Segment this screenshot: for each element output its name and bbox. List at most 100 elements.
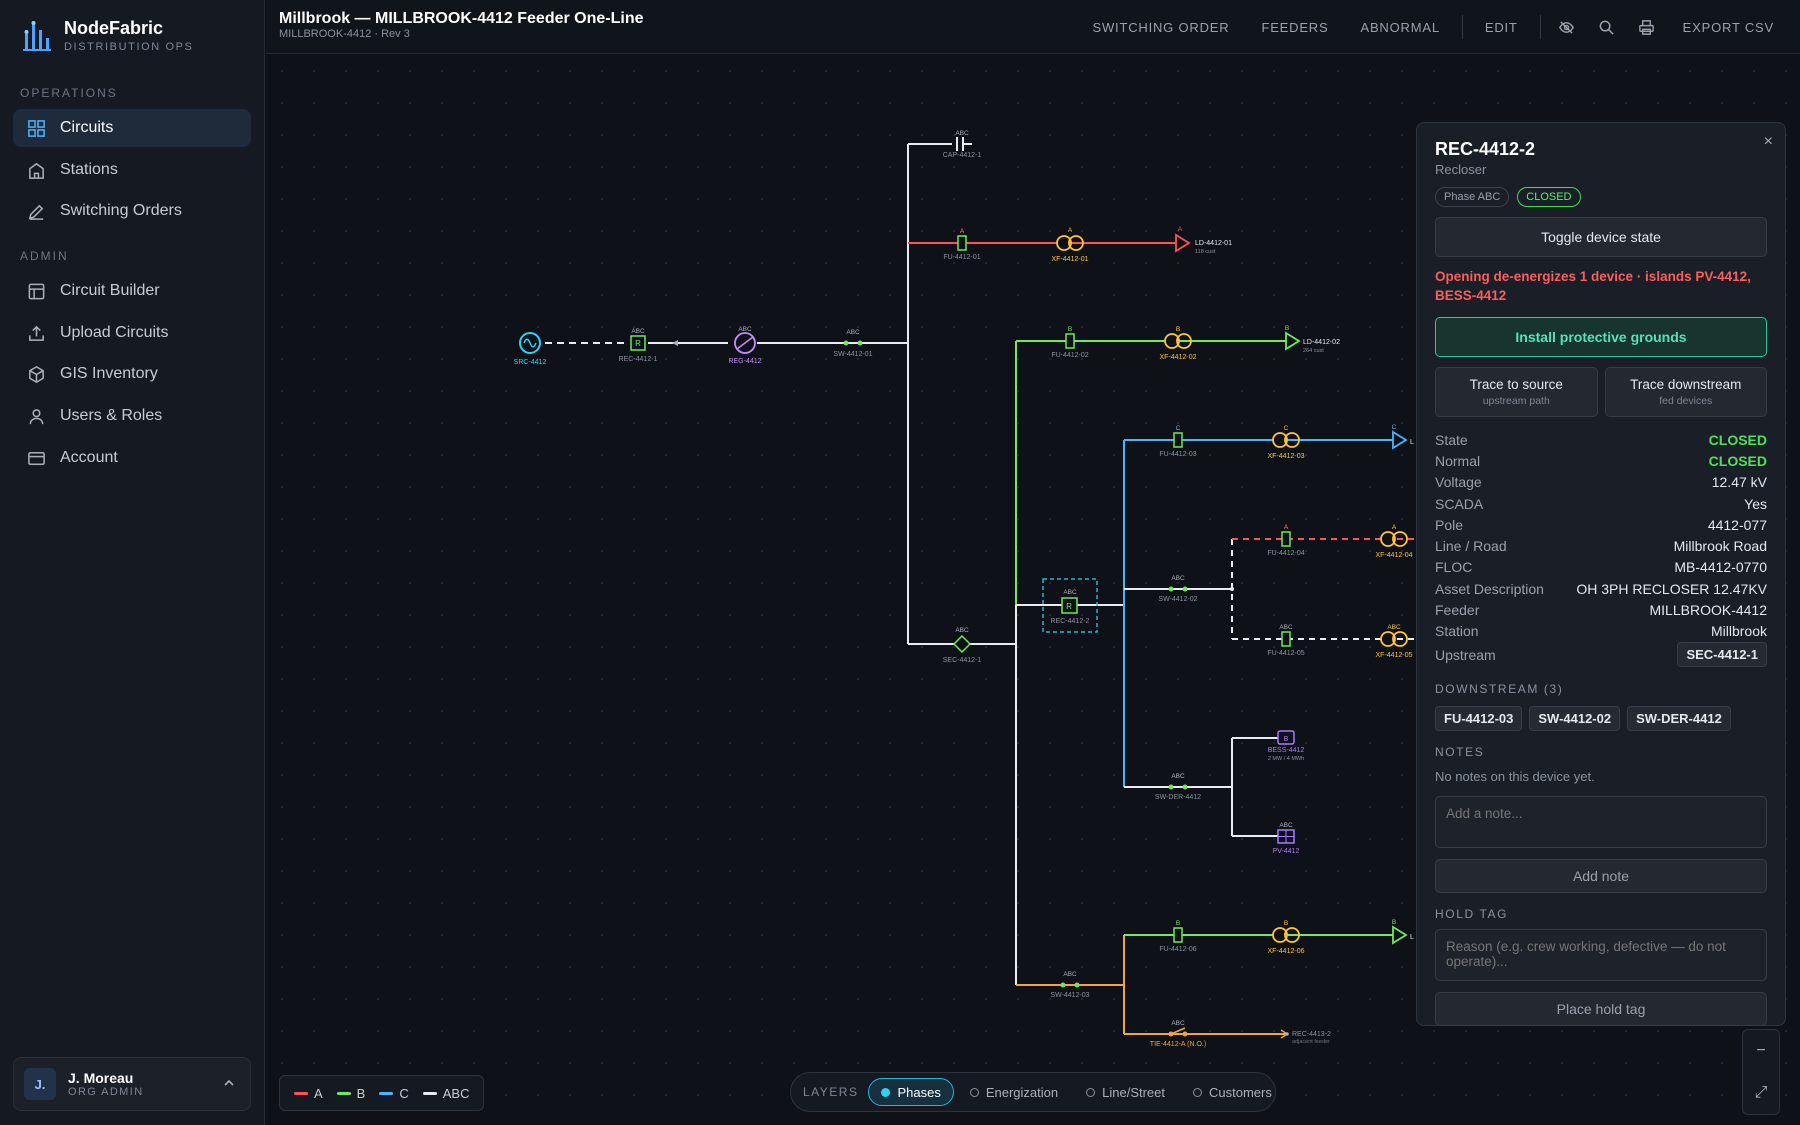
- svg-text:ABC: ABC: [1387, 624, 1401, 631]
- label-xf03: XF-4412-03: [1268, 453, 1305, 460]
- svg-text:ABC: ABC: [955, 627, 969, 634]
- sidebar-item-label: GIS Inventory: [60, 365, 158, 382]
- edit-button[interactable]: EDIT: [1469, 20, 1534, 35]
- nav-section-operations: OPERATIONS: [20, 86, 118, 100]
- prop-station: Station Millbrook: [1435, 623, 1767, 640]
- switching-order-button[interactable]: SWITCHING ORDER: [1077, 20, 1246, 35]
- downstream-chip[interactable]: FU-4412-03: [1435, 705, 1523, 731]
- building-icon: [29, 162, 44, 179]
- note-input[interactable]: [1435, 795, 1767, 848]
- sidebar-item-label: Account: [60, 449, 118, 466]
- downstream-heading: DOWNSTREAM (3): [1435, 681, 1564, 696]
- load-icon[interactable]: [1175, 233, 1191, 253]
- legend-item-a: A: [294, 1086, 323, 1101]
- downstream-chip[interactable]: SW-4412-02: [1529, 705, 1621, 731]
- legend-item-abc: ABC: [422, 1086, 469, 1101]
- sidebar-item-stations[interactable]: Stations: [13, 151, 251, 189]
- page-title: Millbrook — MILLBROOK-4412 Feeder One-Li…: [279, 10, 644, 27]
- hide-button[interactable]: [1547, 12, 1587, 42]
- sidebar-item-account[interactable]: Account: [13, 439, 251, 477]
- printer-icon: [1639, 19, 1654, 35]
- export-csv-button[interactable]: EXPORT CSV: [1667, 20, 1800, 35]
- sidebar-item-circuits[interactable]: Circuits: [13, 109, 251, 147]
- svg-text:2 MW / 4 MWh: 2 MW / 4 MWh: [1268, 756, 1304, 762]
- label-xf04: XF-4412-04: [1376, 552, 1413, 559]
- fuse-icon[interactable]: [957, 235, 967, 251]
- install-grounds-button[interactable]: Install protective grounds: [1435, 317, 1767, 357]
- search-button[interactable]: [1587, 12, 1627, 42]
- fit-view-button[interactable]: ⤢: [1743, 1072, 1779, 1114]
- capacitor-icon[interactable]: [956, 137, 964, 151]
- feeders-button[interactable]: FEEDERS: [1245, 20, 1344, 35]
- trace-downstream-button[interactable]: Trace downstream fed devices: [1604, 367, 1767, 417]
- toggle-state-button[interactable]: Toggle device state: [1435, 217, 1767, 257]
- logo-icon: [23, 21, 51, 51]
- trace-source-button[interactable]: Trace to source upstream path: [1435, 367, 1598, 417]
- label-sec: SEC-4412-1: [943, 657, 982, 664]
- label-fu03: FU-4412-03: [1159, 451, 1196, 458]
- user-name: J. Moreau: [68, 1070, 134, 1086]
- load-icon[interactable]: [1392, 430, 1408, 450]
- pen-icon: [28, 204, 44, 220]
- layer-line-street[interactable]: Line/Street: [1074, 1078, 1177, 1106]
- svg-text:B: B: [1285, 325, 1289, 332]
- hold-reason-input[interactable]: [1435, 928, 1767, 981]
- label-xf05: XF-4412-05: [1376, 652, 1413, 659]
- upstream-chip[interactable]: SEC-4412-1: [1677, 642, 1767, 668]
- layer-energization[interactable]: Energization: [958, 1078, 1070, 1106]
- page-subtitle: MILLBROOK-4412 · Rev 3: [279, 28, 410, 40]
- svg-text:adjacent feeder: adjacent feeder: [1292, 1039, 1330, 1045]
- device-properties: State CLOSED Normal CLOSED Voltage 12.47 kV…: [1435, 429, 1767, 668]
- device-detail-panel: × REC-4412-2 Recloser Phase ABC CLOSED T…: [1416, 122, 1786, 1026]
- label-ld02: LD-4412-02: [1303, 339, 1340, 346]
- svg-text:ABC: ABC: [846, 329, 860, 336]
- prop-normal: Normal CLOSED: [1435, 452, 1767, 469]
- sidebar-item-upload-circuits[interactable]: Upload Circuits: [13, 314, 251, 352]
- fuse-icon[interactable]: [1065, 333, 1075, 349]
- card-icon: [28, 451, 45, 465]
- svg-text:ABC: ABC: [1171, 575, 1185, 582]
- header: Millbrook — MILLBROOK-4412 Feeder One-Li…: [266, 0, 1800, 54]
- label-ld01: LD-4412-01: [1195, 240, 1232, 247]
- layer-phases[interactable]: Phases: [868, 1078, 954, 1106]
- print-button[interactable]: [1627, 12, 1667, 42]
- hold-tag-heading: HOLD TAG: [1435, 906, 1509, 921]
- label-fu06: FU-4412-06: [1159, 946, 1196, 953]
- fuse-icon[interactable]: [1281, 631, 1291, 647]
- layers-toggle: LAYERS Phases Energization Line/Street C…: [790, 1072, 1276, 1112]
- sidebar-item-gis-inventory[interactable]: GIS Inventory: [13, 355, 251, 393]
- fuse-icon[interactable]: [1173, 927, 1183, 943]
- place-hold-tag-button[interactable]: Place hold tag: [1435, 991, 1767, 1026]
- svg-text:B: B: [1068, 326, 1072, 333]
- sidebar-item-circuit-builder[interactable]: Circuit Builder: [13, 272, 251, 310]
- label-xf06: XF-4412-06: [1268, 948, 1305, 955]
- layer-customers[interactable]: Customers: [1181, 1078, 1284, 1106]
- add-note-button[interactable]: Add note: [1435, 858, 1767, 893]
- state-badge: CLOSED: [1517, 187, 1581, 207]
- sidebar-item-switching-orders[interactable]: Switching Orders: [13, 192, 251, 230]
- svg-text:B: B: [1176, 326, 1180, 333]
- fuse-icon[interactable]: [1281, 531, 1291, 547]
- svg-text:ABC: ABC: [1171, 773, 1185, 780]
- brand[interactable]: NodeFabric DISTRIBUTION OPS: [22, 18, 194, 54]
- downstream-chip[interactable]: SW-DER-4412: [1627, 705, 1731, 731]
- load-icon[interactable]: [1285, 331, 1301, 351]
- sidebar-item-label: Switching Orders: [60, 202, 182, 219]
- header-actions: SWITCHING ORDER FEEDERS ABNORMAL EDIT EX…: [1077, 0, 1800, 54]
- phase-badge: Phase ABC: [1435, 187, 1510, 207]
- label-src: SRC-4412: [514, 359, 547, 366]
- fuse-icon[interactable]: [1173, 432, 1183, 448]
- prop-asset-description: Asset Description OH 3PH RECLOSER 12.47KV: [1435, 580, 1767, 597]
- abnormal-button[interactable]: ABNORMAL: [1344, 20, 1455, 35]
- load-icon[interactable]: [1392, 925, 1408, 945]
- user-role: ORG ADMIN: [68, 1086, 144, 1098]
- zoom-out-button[interactable]: −: [1743, 1030, 1779, 1072]
- legend-item-b: B: [336, 1086, 365, 1101]
- sectionalizer-icon[interactable]: [952, 634, 972, 654]
- sidebar-item-users-roles[interactable]: Users & Roles: [13, 397, 251, 435]
- svg-text:A: A: [1284, 524, 1289, 531]
- close-icon[interactable]: ×: [1764, 133, 1773, 151]
- label-sw03: SW-4412-03: [1050, 992, 1089, 999]
- svg-text:C: C: [1284, 425, 1289, 432]
- user-menu[interactable]: J. J. Moreau ORG ADMIN: [13, 1057, 251, 1111]
